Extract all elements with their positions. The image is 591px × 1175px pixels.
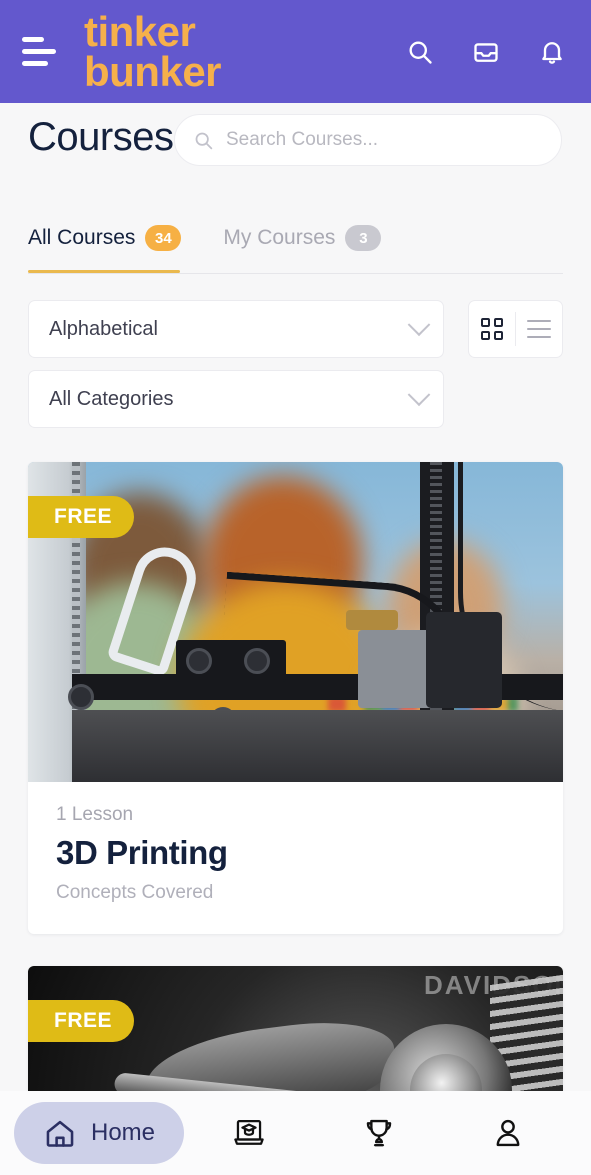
hamburger-line xyxy=(22,37,44,42)
course-subtitle: Concepts Covered xyxy=(56,882,214,903)
course-tabs: All Courses 34 My Courses 3 xyxy=(0,225,591,273)
course-price-badge: FREE xyxy=(28,496,135,538)
search-icon[interactable] xyxy=(405,37,435,67)
header-actions xyxy=(405,37,567,67)
course-list: FREE 1 Lesson 3D Printing Concepts Cover… xyxy=(0,428,591,1175)
chevron-down-icon xyxy=(407,313,431,337)
list-view-icon xyxy=(527,320,551,338)
filter-row: Alphabetical All Categories xyxy=(0,274,591,428)
page-title: Courses xyxy=(28,115,174,159)
grid-view-button[interactable] xyxy=(469,301,515,357)
bottom-navigation: Home xyxy=(0,1091,591,1175)
sort-select[interactable]: Alphabetical xyxy=(28,300,444,358)
course-title: 3D Printing xyxy=(56,834,228,871)
brand-logo[interactable]: tinker bunker xyxy=(84,8,222,95)
laptop-graduation-cap-icon xyxy=(234,1119,264,1145)
hamburger-line xyxy=(22,61,48,66)
hamburger-menu-icon[interactable] xyxy=(22,35,62,69)
app-root: tinker bunker Courses Search Courses... … xyxy=(0,0,591,1175)
search-bar[interactable] xyxy=(174,114,562,166)
trophy-icon xyxy=(366,1119,391,1147)
course-card-body: 1 Lesson 3D Printing Concepts Covered xyxy=(28,782,563,934)
view-toggle xyxy=(468,300,563,358)
sort-select-value: Alphabetical xyxy=(49,317,158,340)
brand-logo-line-1: tinker xyxy=(84,8,196,56)
course-lesson-count: 1 Lesson xyxy=(56,804,134,825)
tab-all-courses[interactable]: All Courses 34 xyxy=(28,225,182,273)
course-card[interactable]: FREE 1 Lesson 3D Printing Concepts Cover… xyxy=(28,462,563,934)
hamburger-line xyxy=(22,49,56,54)
course-card-image: FREE xyxy=(28,462,563,782)
inbox-icon[interactable] xyxy=(471,37,501,67)
chevron-down-icon xyxy=(407,383,431,407)
search-input[interactable] xyxy=(226,129,543,151)
tab-all-courses-count: 34 xyxy=(145,225,182,251)
nav-item-profile[interactable] xyxy=(443,1102,573,1164)
category-select-value: All Categories xyxy=(49,387,174,410)
tab-my-courses-label: My Courses xyxy=(223,226,336,249)
tab-my-courses[interactable]: My Courses 3 xyxy=(223,225,382,273)
list-view-button[interactable] xyxy=(516,301,562,357)
home-icon xyxy=(46,1120,74,1147)
filter-selects: Alphabetical All Categories xyxy=(28,300,446,428)
nav-item-learn[interactable] xyxy=(184,1102,314,1164)
brand-logo-line-2: bunker xyxy=(84,47,222,95)
course-price-badge: FREE xyxy=(28,1000,135,1042)
user-profile-icon xyxy=(496,1119,520,1147)
grid-view-icon xyxy=(481,318,503,340)
category-select[interactable]: All Categories xyxy=(28,370,444,428)
tab-all-courses-label: All Courses xyxy=(28,226,136,249)
nav-item-achievements[interactable] xyxy=(314,1102,444,1164)
nav-item-home-label: Home xyxy=(90,1119,156,1146)
tab-my-courses-count: 3 xyxy=(345,225,382,251)
notifications-bell-icon[interactable] xyxy=(537,37,567,67)
app-header: tinker bunker xyxy=(0,0,591,103)
search-icon xyxy=(195,132,213,149)
nav-item-home[interactable]: Home xyxy=(14,1102,184,1164)
